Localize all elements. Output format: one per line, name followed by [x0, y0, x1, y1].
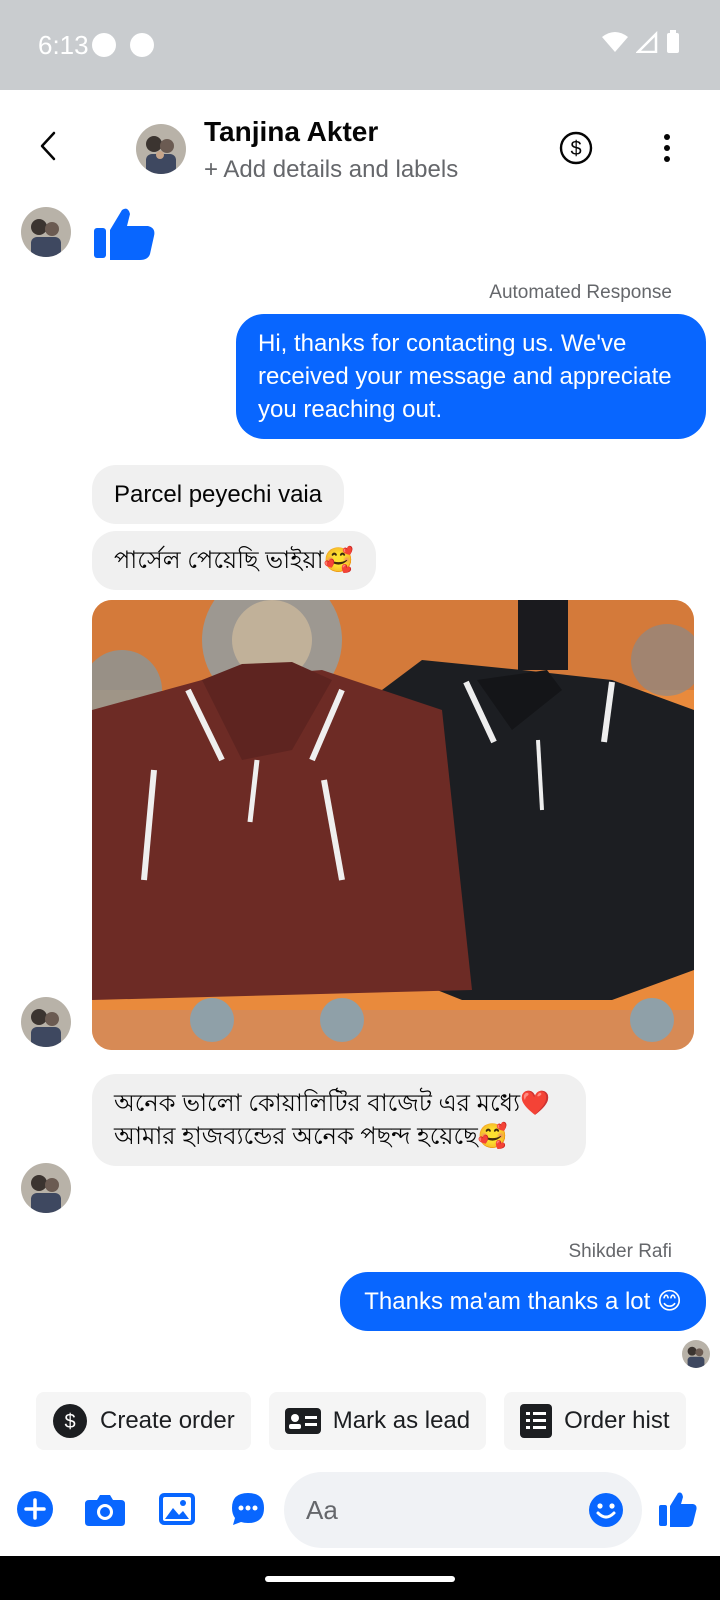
outgoing-message[interactable]: Thanks ma'am thanks a lot 😊	[340, 1272, 706, 1331]
contact-avatar-small[interactable]	[21, 207, 71, 257]
svg-text:$: $	[64, 1411, 75, 1433]
thumbs-up-icon	[659, 1492, 697, 1527]
battery-icon	[667, 30, 679, 53]
shared-photo[interactable]	[92, 600, 694, 1050]
contact-avatar-small[interactable]	[21, 1163, 71, 1213]
status-bar: 6:13	[0, 0, 720, 90]
conversation-header: Tanjina Akter + Add details and labels $	[0, 90, 720, 202]
automated-response-label: Automated Response	[489, 282, 672, 303]
list-document-icon	[520, 1404, 553, 1438]
dot-icon	[664, 145, 670, 151]
chat-extensions-button[interactable]	[228, 1489, 268, 1529]
camera-icon	[85, 1495, 125, 1526]
order-history-button[interactable]: Order hist	[504, 1392, 686, 1450]
mark-as-lead-label: Mark as lead	[332, 1407, 471, 1434]
image-icon	[159, 1493, 195, 1525]
messenger-notification-icon	[92, 33, 116, 57]
messenger-notification-icon	[130, 33, 154, 57]
like-button[interactable]	[658, 1489, 698, 1529]
gallery-button[interactable]	[157, 1489, 197, 1529]
status-time: 6:13	[38, 30, 89, 60]
dot-icon	[664, 156, 670, 162]
create-order-button[interactable]: $ Create order	[36, 1392, 251, 1450]
wifi-icon	[602, 32, 628, 52]
message-composer	[0, 1470, 720, 1548]
contact-card-icon	[284, 1408, 321, 1434]
dollar-circle-icon: $	[53, 1404, 87, 1438]
add-details-link[interactable]: + Add details and labels	[204, 156, 458, 184]
contact-avatar-small[interactable]	[21, 997, 71, 1047]
incoming-message[interactable]: পার্সেল পেয়েছি ভাইয়া🥰	[92, 531, 376, 590]
dot-icon	[664, 134, 670, 140]
add-button[interactable]	[15, 1489, 55, 1529]
more-options-button[interactable]	[654, 130, 680, 166]
contact-name[interactable]: Tanjina Akter	[204, 116, 378, 148]
contact-avatar[interactable]	[136, 124, 186, 174]
incoming-message[interactable]: Parcel peyechi vaia	[92, 465, 345, 524]
thumbs-up-sticker-icon	[94, 208, 155, 260]
svg-text:$: $	[570, 138, 581, 160]
chat-bubble-icon	[232, 1493, 264, 1525]
incoming-message[interactable]: অনেক ভালো কোয়ালিটির বাজেট এর মধ্যে❤️ আম…	[92, 1074, 586, 1166]
create-order-label: Create order	[100, 1407, 235, 1434]
signal-icon	[636, 31, 658, 53]
home-handle[interactable]	[265, 1576, 455, 1582]
system-navigation-bar	[0, 1556, 720, 1600]
camera-button[interactable]	[85, 1489, 125, 1529]
photo-two-polo-shirts	[92, 600, 694, 1050]
plus-circle-icon	[17, 1491, 53, 1527]
status-indicators	[602, 30, 680, 54]
back-button[interactable]	[30, 126, 66, 166]
emoji-icon[interactable]	[588, 1492, 624, 1528]
automated-response-bubble[interactable]: Hi, thanks for contacting us. We've rece…	[236, 314, 706, 439]
seen-receipt-avatar	[682, 1340, 710, 1368]
quick-actions-row: $ Create order Mark as lead Order hist	[0, 1392, 720, 1450]
sender-name-label: Shikder Rafi	[568, 1241, 673, 1262]
chevron-left-icon	[40, 131, 56, 161]
order-history-label: Order hist	[564, 1407, 670, 1434]
mark-as-lead-button[interactable]: Mark as lead	[268, 1392, 487, 1450]
dollar-circle-icon[interactable]: $	[559, 131, 593, 165]
